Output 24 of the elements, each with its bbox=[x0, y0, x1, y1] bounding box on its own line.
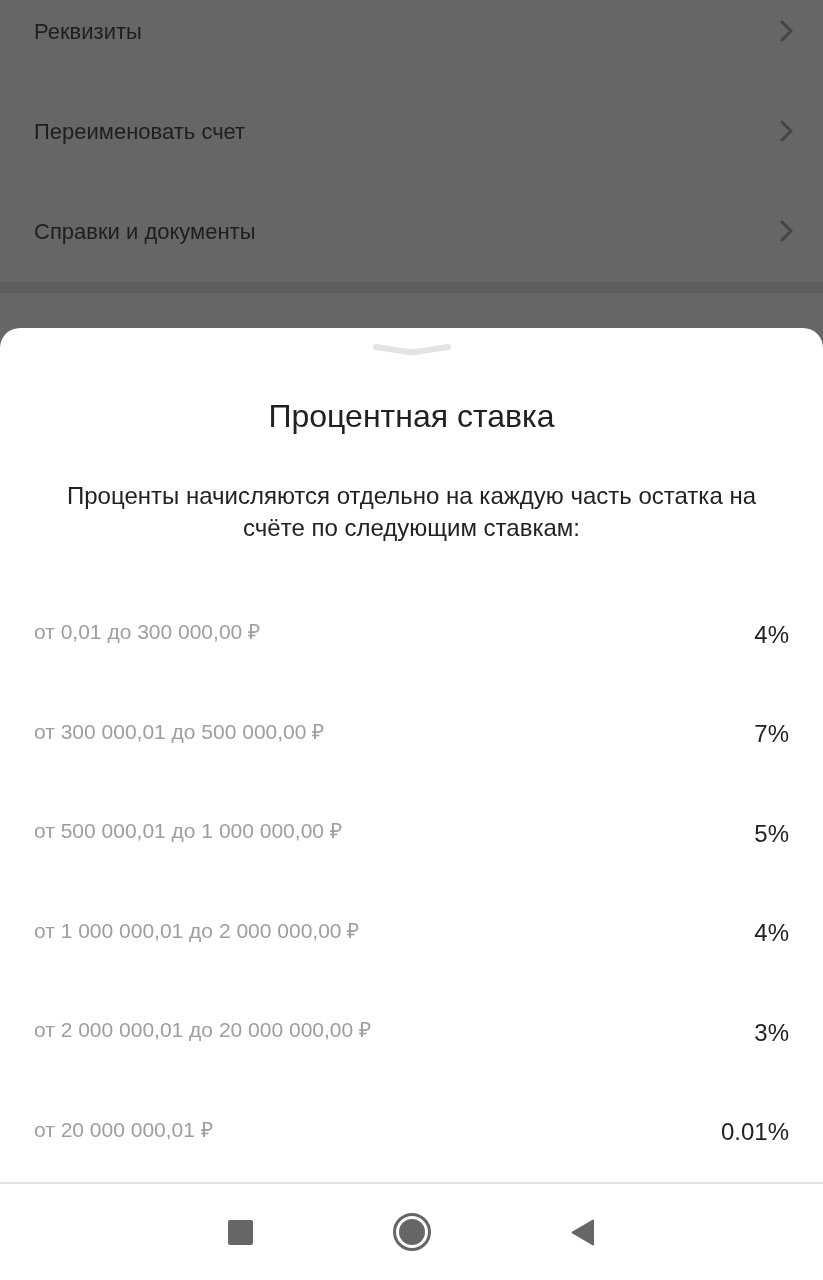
rate-range: от 300 000,01 до 500 000,00 ₽ bbox=[34, 718, 325, 745]
home-icon[interactable] bbox=[393, 1213, 431, 1251]
rate-range: от 20 000 000,01 ₽ bbox=[34, 1116, 213, 1143]
menu-item[interactable]: Справки и документы bbox=[0, 181, 823, 281]
rate-range: от 0,01 до 300 000,00 ₽ bbox=[34, 619, 261, 645]
rate-value: 4% bbox=[754, 918, 789, 949]
chevron-right-icon bbox=[780, 20, 793, 42]
recents-icon[interactable] bbox=[228, 1219, 253, 1245]
rate-range: от 500 000,01 до 1 000 000,00 ₽ bbox=[34, 818, 342, 844]
rate-value: 3% bbox=[754, 1017, 789, 1048]
sheet-description: Проценты начисляются отдельно на каждую часть остатка на счёте по следующим ставкам: bbox=[65, 481, 757, 543]
menu-item[interactable]: Переименовать счет bbox=[0, 81, 823, 181]
rate-range: от 2 000 000,01 до 20 000 000,00 ₽ bbox=[34, 1017, 372, 1043]
rate-value: 5% bbox=[754, 818, 789, 849]
sheet-title: Процентная ставка bbox=[268, 397, 555, 436]
rate-range: от 1 000 000,01 до 2 000 000,00 ₽ bbox=[34, 917, 360, 944]
rate-value: 7% bbox=[754, 719, 789, 750]
drag-handle[interactable] bbox=[371, 343, 452, 356]
rate-value: 4% bbox=[754, 619, 789, 650]
rate-value: 0.01% bbox=[720, 1117, 789, 1148]
back-icon[interactable] bbox=[571, 1218, 595, 1246]
menu-item[interactable]: Реквизиты bbox=[0, 0, 823, 81]
chevron-right-icon bbox=[780, 220, 793, 242]
chevron-right-icon bbox=[780, 120, 793, 142]
